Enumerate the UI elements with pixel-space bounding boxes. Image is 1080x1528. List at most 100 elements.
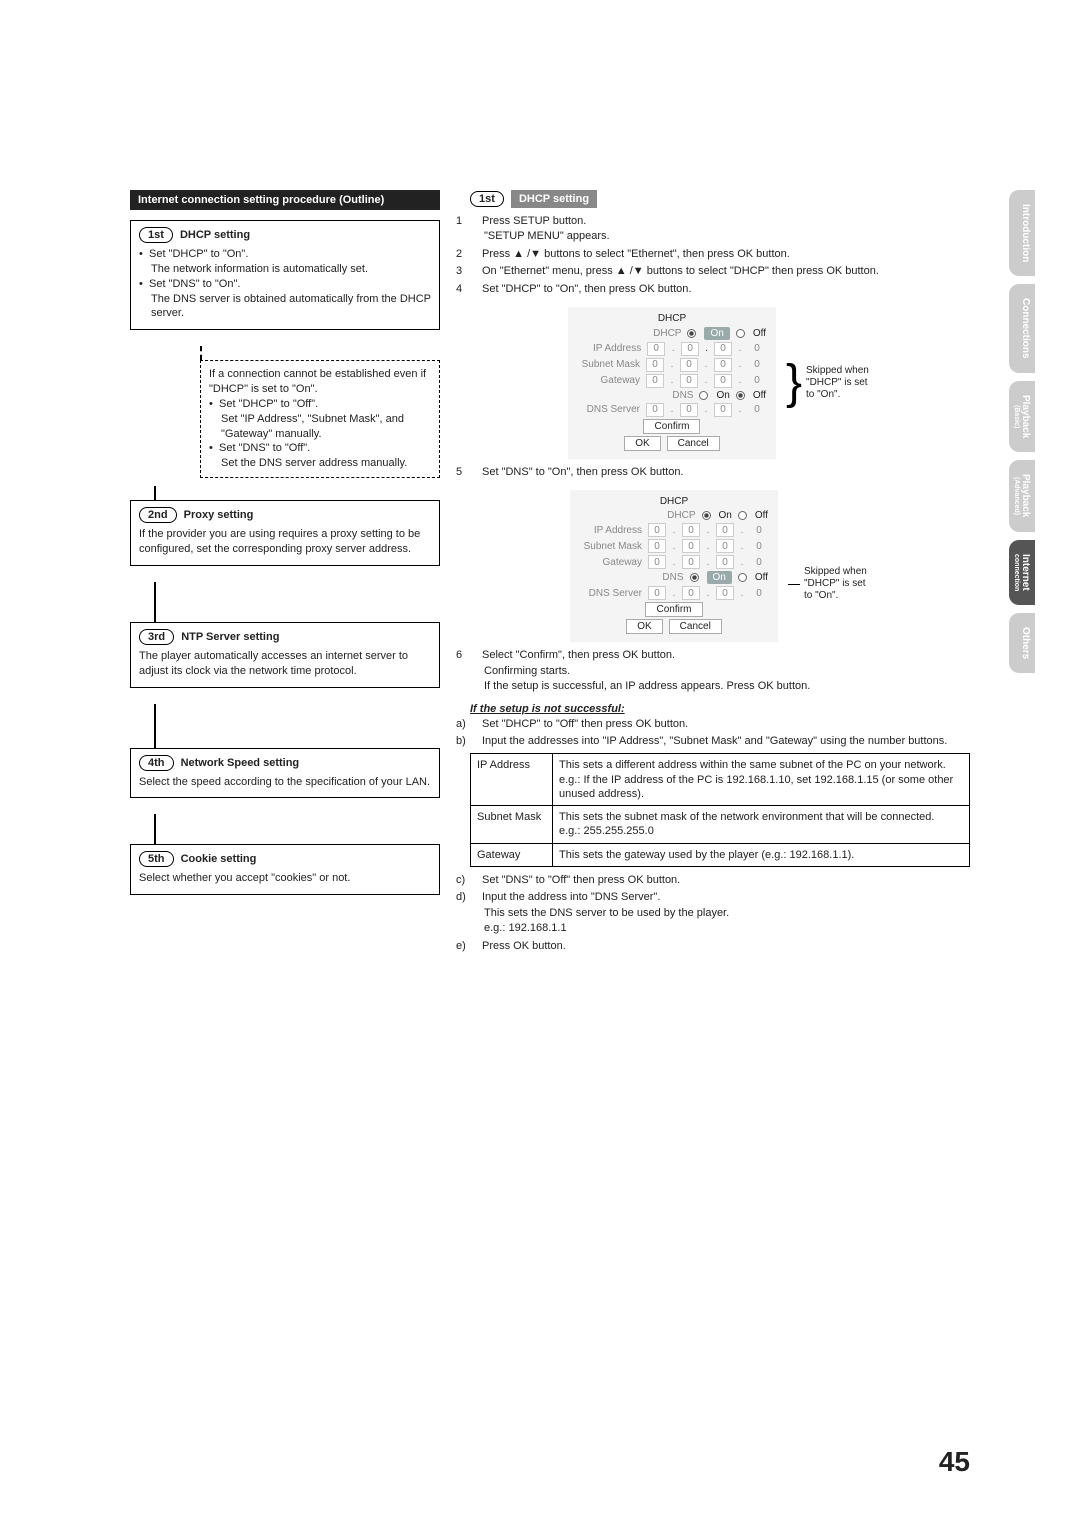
step5-body: Select whether you accept "cookies" or n… xyxy=(139,871,431,886)
step1-b1: Set "DHCP" to "On". xyxy=(139,247,431,262)
tab-connections[interactable]: Connections xyxy=(1009,284,1035,373)
dashed-b1: Set "DHCP" to "Off". xyxy=(209,397,431,412)
ip-cell: 0 xyxy=(714,342,732,356)
flow-connector xyxy=(154,814,156,844)
confirm-button[interactable]: Confirm xyxy=(645,602,702,617)
step-3: 3On "Ethernet" menu, press ▲ /▼ buttons … xyxy=(470,264,970,279)
tab-label: Playback xyxy=(1020,395,1031,438)
ip-cell: 0 xyxy=(648,555,666,569)
step-5: 5Set "DNS" to "On", then press OK button… xyxy=(470,465,970,480)
step-6c: If the setup is successful, an IP addres… xyxy=(470,679,970,694)
step5-box: 5th Cookie setting Select whether you ac… xyxy=(130,844,440,895)
outline-banner: Internet connection setting procedure (O… xyxy=(130,190,440,210)
on-option[interactable]: On xyxy=(704,327,729,340)
step2-body: If the provider you are using requires a… xyxy=(139,527,431,557)
step-1: 1Press SETUP button. xyxy=(470,214,970,229)
step1-b2: Set "DNS" to "On". xyxy=(139,277,431,292)
step-6b: Confirming starts. xyxy=(470,664,970,679)
dashed-l1: If a connection cannot be established ev… xyxy=(209,367,431,397)
off-option[interactable]: Off xyxy=(755,510,768,521)
step3-box: 3rd NTP Server setting The player automa… xyxy=(130,622,440,688)
ip-cell: 0 xyxy=(680,358,698,372)
step-2: 2Press ▲ /▼ buttons to select "Ethernet"… xyxy=(470,247,970,262)
gw-val: This sets the gateway used by the player… xyxy=(553,843,970,866)
on-option[interactable]: On xyxy=(707,571,732,584)
step-ua: a)Set "DHCP" to "Off" then press OK butt… xyxy=(470,717,970,732)
ip-val: This sets a different address within the… xyxy=(553,754,970,806)
step-ud: d)Input the address into "DNS Server". xyxy=(470,890,970,905)
ip-cell: 0 xyxy=(716,555,734,569)
step1-b1-note: The network information is automatically… xyxy=(139,262,431,277)
dns-label: DNS xyxy=(631,390,693,401)
off-option[interactable]: Off xyxy=(753,328,766,339)
radio-off-icon xyxy=(736,391,745,400)
ip-cell: 0 xyxy=(716,539,734,553)
on-option[interactable]: On xyxy=(719,510,732,521)
confirm-button[interactable]: Confirm xyxy=(643,419,700,434)
ip-cell: 0 xyxy=(682,523,700,537)
step4-body: Select the speed according to the specif… xyxy=(139,775,431,790)
brace-icon: } xyxy=(786,369,802,398)
tab-label: Internet xyxy=(1020,554,1031,591)
skip-note: Skipped when "DHCP" is set to "On". xyxy=(800,566,870,602)
tab-sublabel: connection xyxy=(1013,554,1020,591)
dnss-label: DNS Server xyxy=(580,588,642,599)
step-ud3: e.g.: 192.168.1.1 xyxy=(470,921,970,936)
step3-title: NTP Server setting xyxy=(181,631,279,643)
ip-cell: 0 xyxy=(748,374,766,388)
radio-off-icon xyxy=(738,573,747,582)
step4-badge: 4th xyxy=(139,755,174,771)
step-4: 4Set "DHCP" to "On", then press OK butto… xyxy=(470,282,970,297)
ip-cell: 0 xyxy=(646,374,664,388)
ip-cell: 0 xyxy=(716,586,734,600)
radio-on-icon xyxy=(702,511,711,520)
dns-label: DNS xyxy=(622,572,684,583)
radio-off-icon xyxy=(736,329,745,338)
ip-cell: 0 xyxy=(681,342,699,356)
ip-cell: 0 xyxy=(750,539,768,553)
tab-internet-connection[interactable]: Internet connection xyxy=(1009,540,1035,605)
ip-label: IP Address xyxy=(580,525,642,536)
ok-button[interactable]: OK xyxy=(624,436,660,451)
step3-body: The player automatically accesses an int… xyxy=(139,649,431,679)
ip-cell: 0 xyxy=(647,342,665,356)
ip-cell: 0 xyxy=(714,358,732,372)
tab-playback-advanced[interactable]: Playback (Advanced) xyxy=(1009,460,1035,531)
on-option[interactable]: On xyxy=(716,390,729,401)
mask-val: This sets the subnet mask of the network… xyxy=(553,806,970,844)
ip-key: IP Address xyxy=(471,754,553,806)
detail-column: 1st DHCP setting 1Press SETUP button. "S… xyxy=(470,190,970,954)
step-ub: b)Input the addresses into "IP Address",… xyxy=(470,734,970,749)
gw-label: Gateway xyxy=(578,375,640,386)
tab-others[interactable]: Others xyxy=(1009,613,1035,673)
flow-connector xyxy=(154,582,156,622)
step-1b: "SETUP MENU" appears. xyxy=(470,229,970,244)
dhcp-panel-2: DHCP DHCP On Off IP Address 0. 0. 0. 0 S… xyxy=(470,490,970,642)
step4-title: Network Speed setting xyxy=(181,757,300,769)
cancel-button[interactable]: Cancel xyxy=(667,436,720,451)
unsuccessful-heading: If the setup is not successful: xyxy=(470,703,970,715)
off-option[interactable]: Off xyxy=(753,390,766,401)
dhcp-label: DHCP xyxy=(634,510,696,521)
step5-badge: 5th xyxy=(139,851,174,867)
step1-badge: 1st xyxy=(139,227,173,243)
radio-on-icon xyxy=(690,573,699,582)
step2-box: 2nd Proxy setting If the provider you ar… xyxy=(130,500,440,566)
panel-title: DHCP xyxy=(578,313,766,324)
off-option[interactable]: Off xyxy=(755,572,768,583)
ok-button[interactable]: OK xyxy=(626,619,662,634)
gw-key: Gateway xyxy=(471,843,553,866)
mask-label: Subnet Mask xyxy=(580,541,642,552)
step2-badge: 2nd xyxy=(139,507,177,523)
flow-connector xyxy=(154,704,156,748)
cancel-button[interactable]: Cancel xyxy=(669,619,722,634)
unsuccessful-steps: a)Set "DHCP" to "Off" then press OK butt… xyxy=(470,717,970,750)
tab-playback-basic[interactable]: Playback (Basic) xyxy=(1009,381,1035,452)
dashed-b1n: Set "IP Address", "Subnet Mask", and "Ga… xyxy=(209,412,431,442)
tab-introduction[interactable]: Introduction xyxy=(1009,190,1035,276)
tab-sublabel: (Basic) xyxy=(1013,395,1020,438)
skip-note: Skipped when "DHCP" is set to "On". xyxy=(802,365,872,401)
dhcp-label: DHCP xyxy=(619,328,681,339)
side-tabs: Introduction Connections Playback (Basic… xyxy=(1009,190,1035,673)
tab-label: Playback xyxy=(1020,474,1031,517)
